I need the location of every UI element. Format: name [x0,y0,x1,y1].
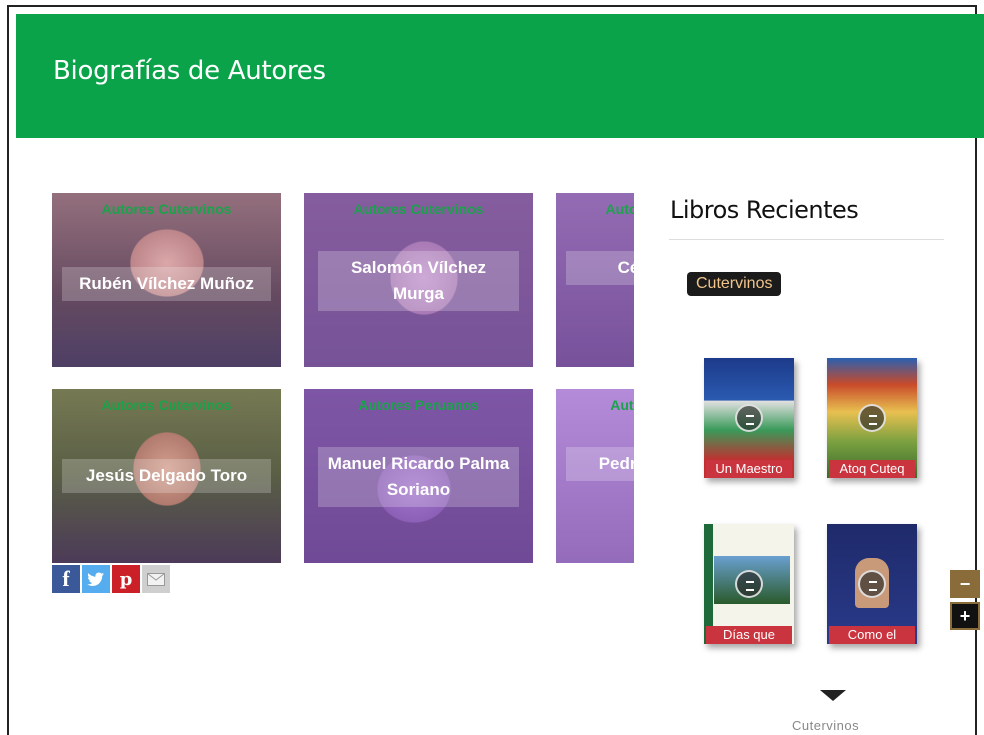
book-caption: Atoq Cuteq [829,460,915,478]
twitter-icon [87,572,104,586]
author-card[interactable]: Autores Cutervinos Rubén Vílchez Muñoz [52,193,281,367]
author-category: Autores Cutervinos [101,201,232,217]
author-card[interactable]: Autores Peruanos Pedro Valdelomar [556,389,634,563]
share-buttons: f p [52,565,170,593]
play-icon [735,404,763,432]
email-share-button[interactable] [142,565,170,593]
play-icon [735,570,763,598]
author-name: César Vallejo [566,251,634,285]
bottom-category-label[interactable]: Cutervinos [792,718,859,733]
facebook-share-button[interactable]: f [52,565,80,593]
author-name: Manuel Ricardo Palma Soriano [318,447,519,507]
author-grid: Autores Cutervinos Rubén Vílchez Muñoz A… [52,193,634,565]
book-caption: Un Maestro [706,460,792,478]
author-category: Autores Peruanos [610,397,634,413]
book-cover[interactable]: Un Maestro [704,358,794,478]
author-card[interactable]: Autores Peruanos Manuel Ricardo Palma So… [304,389,533,563]
author-name: Pedro Valdelomar [566,447,634,481]
sidebar-title: Libros Recientes [670,196,859,224]
author-category: Autores Peruanos [358,397,479,413]
twitter-share-button[interactable] [82,565,110,593]
book-cover[interactable]: Atoq Cuteq [827,358,917,478]
author-name: Rubén Vílchez Muñoz [62,267,271,301]
author-category: Autores Cutervinos [101,397,232,413]
author-card[interactable]: Autores Cutervinos Salomón Vílchez Murga [304,193,533,367]
site-header: Biografías de Autores [16,14,984,138]
category-tag[interactable]: Cutervinos [687,272,782,296]
zoom-out-button[interactable]: − [950,570,980,598]
author-name: Salomón Vílchez Murga [318,251,519,311]
book-caption: Días que [706,626,792,644]
author-card[interactable]: Autores Cutervinos César Vallejo [556,193,634,367]
play-icon [858,404,886,432]
email-icon [147,572,165,586]
author-category: Autores Cutervinos [353,201,484,217]
pinterest-share-button[interactable]: p [112,565,140,593]
caret-down-icon[interactable] [820,690,846,701]
page-title: Biografías de Autores [53,56,326,86]
book-cover[interactable]: Días que [704,524,794,644]
divider [669,239,944,240]
author-card[interactable]: Autores Cutervinos Jesús Delgado Toro [52,389,281,563]
play-icon [858,570,886,598]
book-caption: Como el [829,626,915,644]
book-cover[interactable]: Como el [827,524,917,644]
author-category: Autores Cutervinos [605,201,634,217]
author-name: Jesús Delgado Toro [62,459,271,493]
zoom-in-button[interactable]: + [950,602,980,630]
